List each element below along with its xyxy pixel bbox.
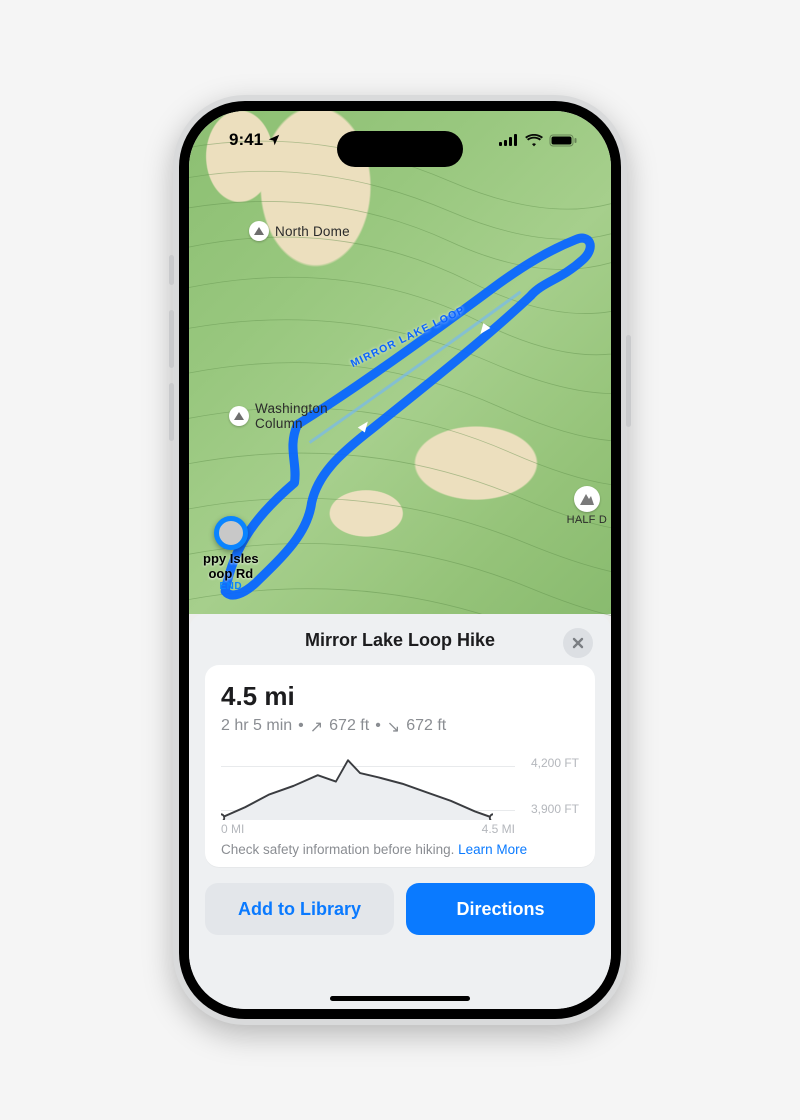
poi-north-dome[interactable]: North Dome [249, 221, 350, 241]
descent-value: 672 ft [406, 717, 446, 735]
elev-y-top: 4,200 FT [531, 756, 579, 770]
wifi-icon [525, 134, 543, 147]
elev-x-end: 4.5 MI [482, 822, 515, 836]
elevation-profile-icon [221, 756, 493, 820]
battery-icon [549, 134, 577, 147]
sheet-title: Mirror Lake Loop Hike [305, 630, 495, 651]
power-button[interactable] [626, 335, 631, 427]
location-icon [267, 133, 281, 147]
mute-switch[interactable] [169, 255, 174, 285]
learn-more-link[interactable]: Learn More [458, 842, 527, 857]
mountain-icon [249, 221, 269, 241]
substats: 2 hr 5 min • ↗ 672 ft • ↘ 672 ft [221, 716, 579, 736]
screen: 9:41 [189, 111, 611, 1009]
volume-up-button[interactable] [169, 310, 174, 368]
stats-card: 4.5 mi 2 hr 5 min • ↗ 672 ft • ↘ 672 ft … [205, 665, 595, 867]
directions-button[interactable]: Directions [406, 883, 595, 935]
bottom-sheet: Mirror Lake Loop Hike 4.5 mi 2 hr 5 min … [189, 614, 611, 1009]
route-end-marker[interactable]: ppy Isles oop Rd END [203, 516, 259, 592]
mountain-icon [574, 486, 600, 512]
map-view[interactable]: MIRROR LAKE LOOP North Dome Washington C… [189, 111, 611, 614]
phone-frame: 9:41 [173, 95, 627, 1025]
poi-half-dome[interactable]: HALF D [567, 486, 607, 526]
close-button[interactable] [563, 628, 593, 658]
close-icon [571, 636, 585, 650]
duration-value: 2 hr 5 min [221, 717, 292, 735]
ascent-icon: ↗ [310, 717, 323, 737]
descent-icon: ↘ [387, 717, 400, 737]
end-pin-icon [214, 516, 248, 550]
cellular-icon [499, 134, 519, 146]
add-to-library-button[interactable]: Add to Library [205, 883, 394, 935]
home-indicator[interactable] [330, 996, 470, 1001]
dynamic-island [337, 131, 463, 167]
distance-value: 4.5 mi [221, 681, 579, 712]
poi-washington-column[interactable]: Washington Column [229, 401, 328, 431]
volume-down-button[interactable] [169, 383, 174, 441]
safety-note: Check safety information before hiking. … [221, 842, 579, 857]
ascent-value: 672 ft [329, 717, 369, 735]
elev-y-bottom: 3,900 FT [531, 802, 579, 816]
status-time: 9:41 [229, 130, 263, 150]
elev-x-start: 0 MI [221, 822, 244, 836]
elevation-chart[interactable]: 4,200 FT 3,900 FT 0 MI 4.5 MI [221, 750, 579, 836]
mountain-icon [229, 406, 249, 426]
